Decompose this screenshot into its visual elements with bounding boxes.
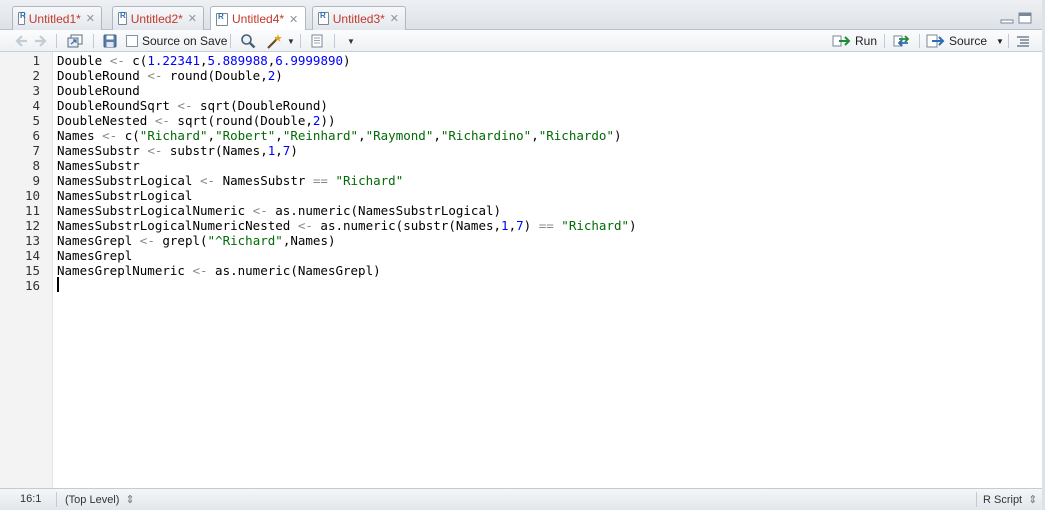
- minimize-icon[interactable]: [1000, 12, 1014, 24]
- code-line[interactable]: NamesSubstrLogical <- NamesSubstr == "Ri…: [57, 173, 403, 188]
- tab-untitled2[interactable]: Untitled2* ✕: [112, 6, 204, 30]
- r-file-icon: [318, 11, 329, 25]
- toolbar-separator: [56, 34, 57, 48]
- status-separator: [976, 492, 977, 507]
- checkbox-box[interactable]: [126, 35, 138, 47]
- tab-label: Untitled4*: [232, 12, 285, 26]
- code-line[interactable]: NamesGrepl: [57, 248, 132, 263]
- search-icon[interactable]: [240, 33, 256, 49]
- document-outline-icon[interactable]: [1016, 33, 1030, 49]
- tab-label: Untitled2*: [130, 11, 183, 26]
- toolbar-separator: [334, 34, 335, 48]
- source-label: Source: [949, 34, 988, 48]
- line-number: 5: [32, 113, 40, 128]
- forward-arrow-icon[interactable]: [34, 33, 48, 49]
- line-number: 15: [24, 263, 40, 278]
- code-line[interactable]: NamesGreplNumeric <- as.numeric(NamesGre…: [57, 263, 381, 278]
- editor-toolbar: Source on Save ▼ ▼ Run Source ▼: [0, 30, 1045, 52]
- code-editor[interactable]: Double <- c(1.22341,5.889988,6.9999890) …: [57, 52, 1042, 488]
- file-type-label: R Script: [983, 494, 1023, 506]
- close-icon[interactable]: ✕: [188, 12, 197, 25]
- source-on-save-checkbox[interactable]: Source on Save: [126, 33, 227, 49]
- chevron-down-icon[interactable]: ▼: [996, 37, 1004, 46]
- code-line[interactable]: NamesSubstrLogicalNumeric <- as.numeric(…: [57, 203, 501, 218]
- code-line[interactable]: DoubleRoundSqrt <- sqrt(DoubleRound): [57, 98, 328, 113]
- line-number: 12: [24, 218, 40, 233]
- source-on-save-label: Source on Save: [142, 34, 228, 48]
- chevron-down-icon[interactable]: ▼: [287, 33, 295, 49]
- chevron-down-icon[interactable]: ▼: [347, 33, 355, 49]
- cursor-position: 16:1: [20, 493, 42, 505]
- close-icon[interactable]: ✕: [390, 12, 399, 25]
- code-line[interactable]: NamesSubstrLogicalNumericNested <- as.nu…: [57, 218, 637, 233]
- r-file-icon: [118, 11, 127, 25]
- maximize-icon[interactable]: [1018, 12, 1032, 24]
- tab-bar: Untitled1* ✕ Untitled2* ✕ Untitled4* ✕ U…: [0, 0, 1045, 31]
- line-number: 16: [24, 278, 40, 293]
- back-arrow-icon[interactable]: [14, 33, 28, 49]
- line-number: 7: [32, 143, 40, 158]
- line-number-gutter: 1 2 3 4 5 6 7 8 9 10 11 12 13 14 15 16: [0, 52, 53, 488]
- code-line[interactable]: NamesSubstrLogical: [57, 188, 192, 203]
- updown-arrow-icon: ⇕: [125, 494, 135, 506]
- close-icon[interactable]: ✕: [86, 12, 95, 25]
- close-icon[interactable]: ✕: [289, 13, 298, 26]
- tab-label: Untitled3*: [332, 11, 385, 26]
- code-line[interactable]: NamesSubstr <- substr(Names,1,7): [57, 143, 298, 158]
- code-line[interactable]: Double <- c(1.22341,5.889988,6.9999890): [57, 53, 351, 68]
- line-number: 13: [24, 233, 40, 248]
- toolbar-separator: [93, 34, 94, 48]
- code-line[interactable]: Names <- c("Richard","Robert","Reinhard"…: [57, 128, 622, 143]
- show-in-window-icon[interactable]: [66, 33, 84, 49]
- code-tools-wand-icon[interactable]: [266, 33, 284, 49]
- toolbar-separator: [300, 34, 301, 48]
- line-number: 11: [24, 203, 40, 218]
- run-arrow-icon: [832, 35, 851, 47]
- run-button[interactable]: Run: [832, 33, 877, 49]
- text-cursor: [57, 277, 59, 292]
- r-file-icon: [18, 11, 26, 25]
- code-line[interactable]: DoubleNested <- sqrt(round(Double,2)): [57, 113, 336, 128]
- toolbar-separator: [230, 34, 231, 48]
- line-number: 4: [32, 98, 40, 113]
- source-button[interactable]: Source ▼: [926, 33, 1004, 49]
- save-icon[interactable]: [103, 33, 117, 49]
- compile-report-icon[interactable]: [310, 33, 324, 49]
- file-type-selector[interactable]: R Script ⇕: [983, 493, 1037, 506]
- tab-label: Untitled1*: [28, 11, 81, 26]
- updown-arrow-icon: ⇕: [1028, 494, 1038, 506]
- line-number: 8: [32, 158, 40, 173]
- code-line[interactable]: DoubleRound <- round(Double,2): [57, 68, 283, 83]
- rerun-icon[interactable]: [893, 33, 913, 49]
- toolbar-separator: [919, 34, 920, 48]
- run-label: Run: [855, 34, 878, 48]
- toolbar-separator: [1008, 34, 1009, 48]
- scope-selector[interactable]: (Top Level) ⇕: [65, 493, 135, 506]
- line-number: 6: [32, 128, 40, 143]
- code-line[interactable]: NamesSubstr: [57, 158, 140, 173]
- line-number: 1: [32, 53, 40, 68]
- line-number: 2: [32, 68, 40, 83]
- r-file-icon: [216, 12, 228, 26]
- line-number: 3: [32, 83, 40, 98]
- tab-untitled1[interactable]: Untitled1* ✕: [12, 6, 102, 30]
- code-line[interactable]: DoubleRound: [57, 83, 140, 98]
- line-number: 10: [24, 188, 40, 203]
- scope-label: (Top Level): [65, 494, 120, 506]
- toolbar-separator: [884, 34, 885, 48]
- line-number: 14: [24, 248, 40, 263]
- status-separator: [56, 492, 57, 507]
- line-number: 9: [32, 173, 40, 188]
- status-bar: 16:1 (Top Level) ⇕ R Script ⇕: [0, 488, 1045, 510]
- tab-untitled4[interactable]: Untitled4* ✕: [210, 6, 306, 31]
- source-arrow-icon: [926, 34, 945, 48]
- code-line[interactable]: NamesGrepl <- grepl("^Richard",Names): [57, 233, 336, 248]
- tab-untitled3[interactable]: Untitled3* ✕: [312, 6, 406, 30]
